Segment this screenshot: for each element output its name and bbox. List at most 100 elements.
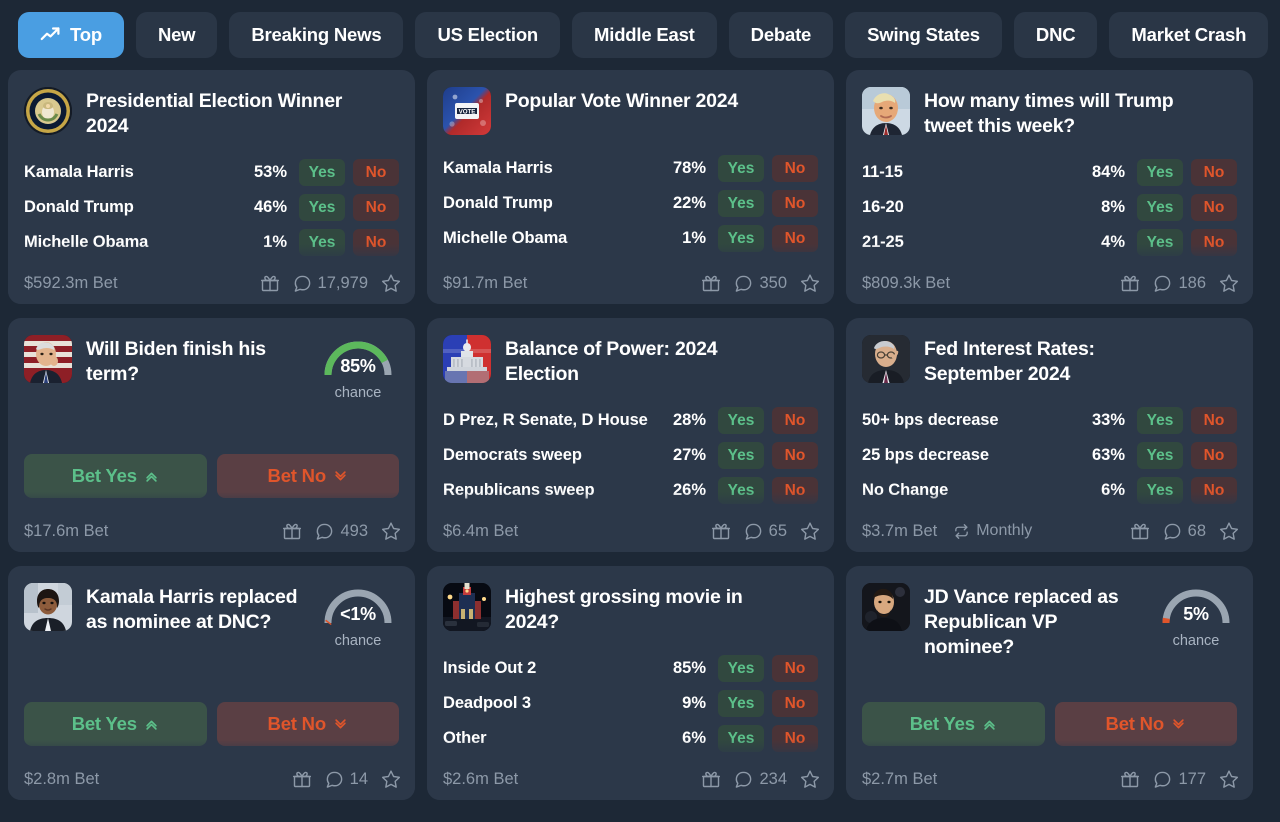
star-icon[interactable] xyxy=(1219,521,1239,541)
outcome-yes-button[interactable]: Yes xyxy=(1137,194,1183,221)
comments-button[interactable]: 350 xyxy=(734,274,787,293)
tab-top[interactable]: Top xyxy=(18,12,124,58)
outcome-no-button[interactable]: No xyxy=(1191,159,1237,186)
gift-icon[interactable] xyxy=(282,521,302,541)
outcome-row[interactable]: No Change 6% Yes No xyxy=(862,473,1237,508)
tab-breaking-news[interactable]: Breaking News xyxy=(229,12,404,58)
outcome-yes-button[interactable]: Yes xyxy=(718,225,764,252)
comments-button[interactable]: 186 xyxy=(1153,274,1206,293)
market-card[interactable]: VOTE Popular Vote Winner 2024 Kamala Harri… xyxy=(427,70,834,304)
outcome-yes-button[interactable]: Yes xyxy=(718,407,764,434)
market-card[interactable]: How many times will Trump tweet this wee… xyxy=(846,70,1253,304)
outcome-row[interactable]: 16-20 8% Yes No xyxy=(862,190,1237,225)
outcome-yes-button[interactable]: Yes xyxy=(718,442,764,469)
tab-us-election[interactable]: US Election xyxy=(415,12,561,58)
gift-icon[interactable] xyxy=(292,769,312,789)
market-card[interactable]: Presidential Election Winner 2024 Kamala … xyxy=(8,70,415,304)
outcome-yes-button[interactable]: Yes xyxy=(1137,477,1183,504)
tab-new[interactable]: New xyxy=(135,12,218,58)
outcome-no-button[interactable]: No xyxy=(772,155,818,182)
outcome-yes-button[interactable]: Yes xyxy=(299,159,345,186)
outcome-row[interactable]: Deadpool 3 9% Yes No xyxy=(443,686,818,721)
comments-button[interactable]: 17,979 xyxy=(293,274,368,293)
outcome-yes-button[interactable]: Yes xyxy=(718,477,764,504)
market-card[interactable]: Kamala Harris replaced as nominee at DNC… xyxy=(8,566,415,800)
outcome-no-button[interactable]: No xyxy=(772,690,818,717)
bet-no-button[interactable]: Bet No xyxy=(216,454,399,498)
market-card[interactable]: Fed Interest Rates: September 2024 50+ bp… xyxy=(846,318,1253,552)
market-card[interactable]: Will Biden finish his term? 85% chance Bet … xyxy=(8,318,415,552)
outcome-row[interactable]: 21-25 4% Yes No xyxy=(862,225,1237,260)
tab-market-crash[interactable]: Market Crash xyxy=(1109,12,1269,58)
outcome-row[interactable]: Kamala Harris 78% Yes No xyxy=(443,151,818,186)
comments-button[interactable]: 65 xyxy=(744,522,787,541)
gift-icon[interactable] xyxy=(1120,273,1140,293)
comments-button[interactable]: 234 xyxy=(734,770,787,789)
bet-no-button[interactable]: Bet No xyxy=(216,702,399,746)
gift-icon[interactable] xyxy=(260,273,280,293)
star-icon[interactable] xyxy=(381,273,401,293)
outcome-no-button[interactable]: No xyxy=(353,229,399,256)
comments-button[interactable]: 68 xyxy=(1163,522,1206,541)
gift-icon[interactable] xyxy=(1120,769,1140,789)
outcome-yes-button[interactable]: Yes xyxy=(718,155,764,182)
category-tab-bar[interactable]: Top New Breaking News US Election Middle Eas… xyxy=(0,0,1280,70)
star-icon[interactable] xyxy=(381,769,401,789)
outcome-no-button[interactable]: No xyxy=(772,655,818,682)
outcome-no-button[interactable]: No xyxy=(772,442,818,469)
gift-icon[interactable] xyxy=(701,769,721,789)
tab-swing-states[interactable]: Swing States xyxy=(845,12,1002,58)
outcome-row[interactable]: Donald Trump 46% Yes No xyxy=(24,190,399,225)
outcome-no-button[interactable]: No xyxy=(772,407,818,434)
outcome-row[interactable]: 50+ bps decrease 33% Yes No xyxy=(862,403,1237,438)
outcome-no-button[interactable]: No xyxy=(1191,442,1237,469)
market-card[interactable]: Highest grossing movie in 2024? Inside Ou… xyxy=(427,566,834,800)
market-card[interactable]: Balance of Power: 2024 Election D Prez, R… xyxy=(427,318,834,552)
star-icon[interactable] xyxy=(1219,273,1239,293)
outcome-no-button[interactable]: No xyxy=(772,477,818,504)
outcome-no-button[interactable]: No xyxy=(353,194,399,221)
bet-yes-button[interactable]: Bet Yes xyxy=(24,702,207,746)
star-icon[interactable] xyxy=(800,521,820,541)
outcome-row[interactable]: D Prez, R Senate, D House 28% Yes No xyxy=(443,403,818,438)
outcome-no-button[interactable]: No xyxy=(1191,477,1237,504)
star-icon[interactable] xyxy=(800,769,820,789)
comments-button[interactable]: 493 xyxy=(315,522,368,541)
comments-button[interactable]: 14 xyxy=(325,770,368,789)
outcome-no-button[interactable]: No xyxy=(772,190,818,217)
outcome-yes-button[interactable]: Yes xyxy=(718,690,764,717)
tab-debate[interactable]: Debate xyxy=(728,12,834,58)
outcome-no-button[interactable]: No xyxy=(1191,407,1237,434)
outcome-row[interactable]: 25 bps decrease 63% Yes No xyxy=(862,438,1237,473)
outcome-no-button[interactable]: No xyxy=(772,725,818,752)
star-icon[interactable] xyxy=(800,273,820,293)
gift-icon[interactable] xyxy=(701,273,721,293)
outcome-row[interactable]: Kamala Harris 53% Yes No xyxy=(24,155,399,190)
outcome-yes-button[interactable]: Yes xyxy=(1137,159,1183,186)
outcome-yes-button[interactable]: Yes xyxy=(718,190,764,217)
bet-yes-button[interactable]: Bet Yes xyxy=(24,454,207,498)
outcome-row[interactable]: Michelle Obama 1% Yes No xyxy=(24,225,399,260)
outcome-yes-button[interactable]: Yes xyxy=(1137,229,1183,256)
outcome-row[interactable]: Inside Out 2 85% Yes No xyxy=(443,651,818,686)
outcome-row[interactable]: Donald Trump 22% Yes No xyxy=(443,186,818,221)
outcome-no-button[interactable]: No xyxy=(1191,194,1237,221)
outcome-yes-button[interactable]: Yes xyxy=(718,725,764,752)
outcome-row[interactable]: Other 6% Yes No xyxy=(443,721,818,756)
star-icon[interactable] xyxy=(1219,769,1239,789)
outcome-no-button[interactable]: No xyxy=(1191,229,1237,256)
outcome-yes-button[interactable]: Yes xyxy=(299,229,345,256)
outcome-yes-button[interactable]: Yes xyxy=(299,194,345,221)
outcome-row[interactable]: 11-15 84% Yes No xyxy=(862,155,1237,190)
outcome-no-button[interactable]: No xyxy=(772,225,818,252)
comments-button[interactable]: 177 xyxy=(1153,770,1206,789)
bet-no-button[interactable]: Bet No xyxy=(1054,702,1237,746)
star-icon[interactable] xyxy=(381,521,401,541)
gift-icon[interactable] xyxy=(1130,521,1150,541)
outcome-row[interactable]: Republicans sweep 26% Yes No xyxy=(443,473,818,508)
outcome-row[interactable]: Michelle Obama 1% Yes No xyxy=(443,221,818,256)
tab-dnc[interactable]: DNC xyxy=(1013,12,1098,58)
gift-icon[interactable] xyxy=(711,521,731,541)
market-card[interactable]: JD Vance replaced as Republican VP nomin… xyxy=(846,566,1253,800)
tab-middle-east[interactable]: Middle East xyxy=(572,12,717,58)
